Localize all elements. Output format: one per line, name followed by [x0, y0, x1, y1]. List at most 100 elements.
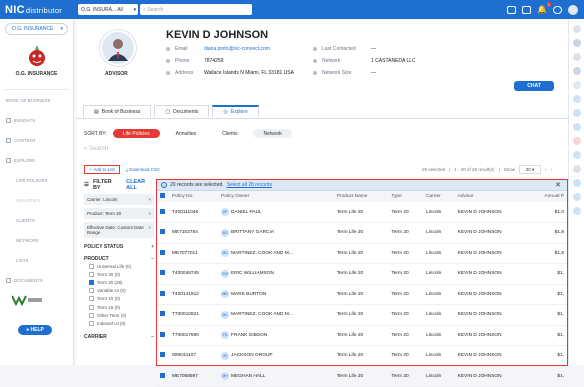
table-row[interactable]: T700017690 FG FRANK GIBSON Term Life 20 Term… — [157, 325, 567, 346]
close-icon[interactable]: × — [148, 211, 151, 216]
checkbox[interactable] — [89, 304, 94, 310]
download-csv-link[interactable]: ⤓ Download CSV — [126, 167, 160, 172]
chat-button[interactable]: CHAT — [514, 81, 554, 91]
policy-owner[interactable]: FRANK GIBSON — [231, 333, 267, 338]
bell-icon[interactable]: 🔔 1 — [537, 2, 551, 14]
table-row[interactable]: T700010821 MC MARTINEZ, COOK AND M... Term … — [157, 304, 567, 326]
pill-clients[interactable]: Clients — [212, 129, 247, 138]
nav-explore[interactable]: EXPLORE — [0, 150, 73, 170]
pill-network[interactable]: Network — [253, 129, 292, 138]
contact-avatar[interactable] — [572, 137, 581, 145]
column-header[interactable]: Policy No. — [169, 191, 219, 202]
policy-number[interactable]: ME7102784 — [169, 222, 219, 244]
next-page-button[interactable]: › — [551, 167, 553, 172]
checkbox[interactable] — [89, 312, 94, 318]
row-checkbox[interactable] — [160, 352, 165, 358]
policy-owner[interactable]: MARTINEZ, COOK AND M... — [231, 312, 293, 317]
tab-documents[interactable]: ▢ Documents — [154, 105, 210, 117]
nic-logo[interactable]: NICdistributor — [5, 4, 62, 16]
clear-all-button[interactable]: CLEAR ALL — [126, 179, 154, 191]
help-button[interactable]: ● HELP — [18, 325, 52, 335]
checkbox-checked[interactable] — [89, 279, 94, 285]
contact-avatar[interactable] — [572, 67, 581, 75]
table-row[interactable]: ME7088597 MH MEGHAN HALL Term Life 20 Term 2… — [157, 366, 567, 387]
contact-avatar[interactable] — [572, 39, 581, 47]
filter-option[interactable]: Term 15 (0) — [84, 303, 154, 311]
tab-book-of-business[interactable]: ▤ Book of Business — [83, 105, 152, 117]
policy-number[interactable]: T700017690 — [169, 325, 219, 346]
contact-avatar[interactable] — [572, 165, 581, 173]
nav-documents[interactable]: DOCUMENTS — [0, 270, 73, 290]
checkbox[interactable] — [89, 263, 94, 269]
explore-search-input[interactable]: ⌕ Search — [84, 146, 384, 155]
contact-avatar[interactable] — [572, 207, 581, 215]
policy-number[interactable]: T700010821 — [169, 304, 219, 326]
select-all-checkbox[interactable] — [160, 193, 165, 198]
policy-number[interactable]: ME7077011 — [169, 243, 219, 264]
filter-option[interactable]: Variable UI (0) — [84, 287, 154, 295]
contact-avatar[interactable] — [572, 109, 581, 117]
policy-owner[interactable]: ERIC WILLIAMSON — [231, 271, 274, 276]
row-checkbox[interactable] — [160, 331, 165, 337]
table-row[interactable]: ME7102784 BG BRITTANY GARCIA Term Life 20 Te… — [157, 222, 567, 244]
contact-avatar[interactable] — [572, 53, 581, 61]
close-icon[interactable]: ✕ — [555, 181, 561, 189]
pill-annuities[interactable]: Annuities — [166, 129, 207, 138]
policy-number[interactable]: T400048745 — [169, 263, 219, 285]
table-row[interactable]: ME7077011 MC MARTINEZ, COOK AND M... Term L… — [157, 243, 567, 264]
user-avatar[interactable] — [568, 4, 578, 15]
contact-avatar[interactable] — [572, 123, 581, 131]
row-checkbox[interactable] — [160, 290, 165, 296]
nav-book-of-business[interactable]: BOOK OF BUSINESS — [0, 90, 73, 110]
page-size-select[interactable]: 20 ▾ — [519, 165, 541, 174]
policy-owner[interactable]: JACKSON GROUP — [231, 353, 273, 358]
briefcase-icon[interactable] — [507, 5, 517, 14]
contact-avatar[interactable] — [572, 151, 581, 159]
select-all-link[interactable]: Select all 28 records — [227, 182, 272, 188]
policy-number[interactable]: ME7088597 — [169, 366, 219, 387]
checkbox[interactable] — [89, 288, 94, 294]
table-row[interactable]: T400141912 MB MARK BURTON Term Life 20 Term … — [157, 284, 567, 305]
chat-icon[interactable] — [553, 5, 562, 14]
column-header[interactable]: Advisor — [454, 191, 530, 202]
policy-owner[interactable]: MARTINEZ, COOK AND M... — [231, 251, 293, 256]
checkbox[interactable] — [89, 320, 94, 326]
add-icon[interactable] — [572, 25, 581, 33]
close-icon[interactable]: × — [148, 197, 151, 202]
row-checkbox[interactable] — [160, 229, 165, 235]
table-row[interactable]: T400111046 DP DANIEL PAUL Term Life 20 Term … — [157, 202, 567, 223]
filter-option[interactable]: Indexed UI (0) — [84, 319, 154, 327]
row-checkbox[interactable] — [160, 208, 165, 214]
policy-number[interactable]: T400111046 — [169, 202, 219, 223]
policy-owner[interactable]: MEGHAN HALL — [231, 374, 265, 379]
policy-number[interactable]: T400141912 — [169, 284, 219, 305]
table-row[interactable]: 009044107 JG JACKSON GROUP Term Life 20 Term… — [157, 345, 567, 367]
policy-status-section[interactable]: POLICY STATUS + — [84, 244, 154, 250]
policy-owner[interactable]: BRITTANY GARCIA — [231, 230, 274, 235]
carrier-section[interactable]: CARRIER − — [84, 334, 154, 340]
column-header[interactable]: Product Name — [333, 191, 389, 202]
nav-network[interactable]: NETWORK — [0, 230, 73, 250]
column-header[interactable]: Annual P — [529, 191, 567, 202]
email-link[interactable]: diana.pinto@nic-connect.com — [204, 46, 270, 52]
building-icon[interactable] — [522, 5, 532, 14]
checkbox[interactable] — [89, 271, 94, 277]
nav-clients[interactable]: CLIENTS — [0, 210, 73, 230]
table-row[interactable]: T400048745 EW ERIC WILLIAMSON Term Life 20 T… — [157, 263, 567, 285]
pill-life-policies[interactable]: Life Policies — [112, 129, 160, 138]
policy-number[interactable]: 009044107 — [169, 345, 219, 367]
nav-annuities[interactable]: ANNUITIES — [0, 190, 73, 210]
column-header[interactable]: Policy Owner — [218, 191, 334, 202]
contact-avatar[interactable] — [572, 81, 581, 89]
filter-option[interactable]: Term 30 (0) — [84, 270, 154, 278]
close-icon[interactable]: × — [148, 225, 151, 235]
row-checkbox[interactable] — [160, 311, 165, 317]
row-checkbox[interactable] — [160, 249, 165, 255]
filter-option[interactable]: Other Term (0) — [84, 311, 154, 319]
filter-option[interactable]: Universal Life (0) — [84, 262, 154, 270]
filter-option[interactable]: Term 10 (0) — [84, 295, 154, 303]
nav-content[interactable]: CONTENT — [0, 130, 73, 150]
global-search-input[interactable]: ⌕ Search — [140, 4, 253, 15]
contact-avatar[interactable] — [572, 95, 581, 103]
agency-switcher[interactable]: O.G. INSURANCE ▾ — [5, 23, 68, 35]
